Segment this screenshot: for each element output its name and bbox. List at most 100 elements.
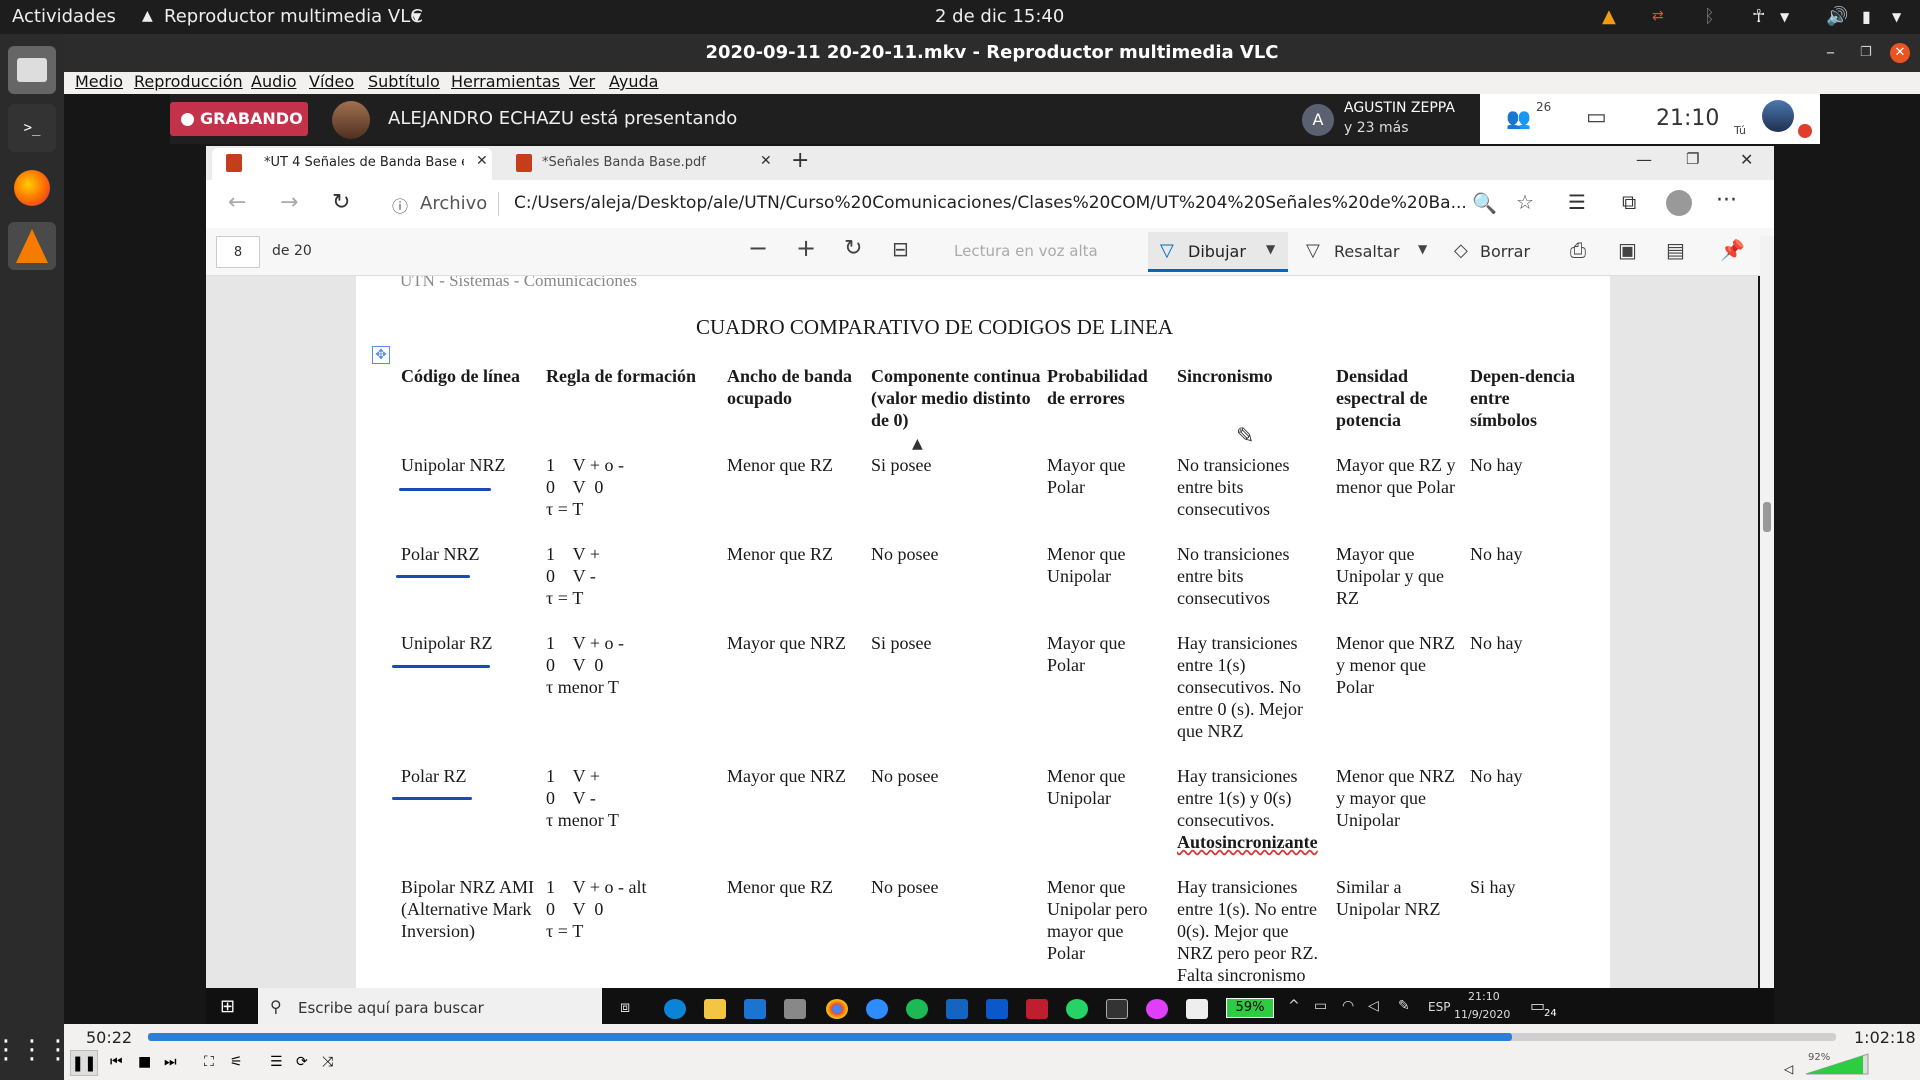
vlc-dock-icon[interactable]	[8, 222, 56, 270]
outlook-icon[interactable]	[744, 999, 766, 1019]
volume-icon[interactable]: ◁	[1784, 1062, 1793, 1076]
app-icon[interactable]	[1146, 999, 1168, 1019]
close-tab-icon[interactable]: ✕	[760, 153, 772, 169]
scrollbar-thumb[interactable]	[1763, 502, 1771, 532]
save-as-icon[interactable]: ▤	[1666, 238, 1685, 262]
erase-button[interactable]: Borrar	[1480, 242, 1530, 261]
menu-reproduccion[interactable]: Reproducción	[134, 72, 243, 91]
page-number-input[interactable]: 8	[216, 236, 260, 268]
zoom-icon[interactable]: 🔍	[1472, 191, 1497, 215]
volume-icon[interactable]: 🔊	[1826, 6, 1848, 27]
star-icon[interactable]: ☆	[1516, 190, 1534, 214]
firefox-icon[interactable]	[8, 164, 56, 212]
close-icon[interactable]: ✕	[1890, 43, 1910, 63]
rotate-icon[interactable]: ↻	[844, 236, 862, 261]
files-icon[interactable]	[8, 46, 56, 94]
menu-ver[interactable]: Ver	[569, 72, 595, 91]
fullscreen-icon[interactable]: ⛶	[204, 1054, 214, 1070]
chevron-down-icon[interactable]: ▼	[1780, 10, 1789, 24]
chevron-down-icon[interactable]: ▼	[1266, 242, 1275, 256]
close-tab-icon[interactable]: ✕	[476, 153, 488, 169]
wifi-icon[interactable]: ◠	[1342, 998, 1354, 1014]
filezilla-icon[interactable]	[1026, 999, 1048, 1019]
chevron-down-icon[interactable]: ▼	[1418, 242, 1427, 256]
vlc-tray-icon[interactable]: ▲	[1602, 6, 1616, 27]
loop-icon[interactable]: ⟳	[296, 1054, 308, 1070]
chrome-icon[interactable]	[826, 999, 848, 1019]
network-icon[interactable]: ⇄	[1652, 8, 1664, 24]
edge-icon[interactable]	[664, 999, 686, 1019]
chevron-down-icon[interactable]: ▼	[1892, 10, 1901, 24]
activities-button[interactable]: Actividades	[12, 6, 116, 27]
restore-icon[interactable]: ❐	[1686, 150, 1699, 168]
battery-icon[interactable]: ▮	[1862, 7, 1871, 26]
zoom-app-icon[interactable]	[866, 999, 888, 1019]
zoom-out-icon[interactable]: −	[748, 234, 768, 262]
pen-icon[interactable]: ✎	[1398, 998, 1410, 1014]
stop-icon[interactable]: ■	[138, 1054, 151, 1070]
zoom-in-icon[interactable]: +	[796, 234, 816, 262]
refresh-icon[interactable]: ↻	[332, 190, 350, 215]
seek-bar[interactable]	[148, 1033, 1836, 1041]
playlist-icon[interactable]: ☰	[270, 1054, 283, 1070]
extended-settings-icon[interactable]: ⚟	[230, 1054, 243, 1070]
speaker-icon[interactable]: ◁	[1368, 998, 1379, 1014]
language-indicator[interactable]: ESP	[1428, 1000, 1450, 1014]
tab-active[interactable]: *UT 4 Señales de Banda Base e I ✕	[212, 148, 492, 180]
chevron-down-icon[interactable]: ▼	[412, 10, 421, 24]
task-view-icon[interactable]: ⧈	[620, 997, 630, 1017]
new-tab-icon[interactable]: +	[791, 148, 809, 173]
terminal-app-icon[interactable]	[1106, 999, 1128, 1019]
show-apps-icon[interactable]: ⋮⋮⋮	[0, 1026, 71, 1074]
accessibility-icon[interactable]: ☥	[1752, 6, 1765, 27]
minimize-icon[interactable]: —	[1636, 150, 1652, 169]
app-icon[interactable]	[1186, 999, 1208, 1019]
taskbar-date[interactable]: 11/9/2020	[1454, 1008, 1510, 1021]
shuffle-icon[interactable]: ⤨	[322, 1054, 333, 1070]
pin-icon[interactable]: 📌	[1720, 238, 1745, 262]
profile-icon[interactable]	[1666, 190, 1692, 216]
fit-page-icon[interactable]: ⊟	[892, 237, 909, 261]
highlight-button[interactable]: Resaltar	[1334, 242, 1399, 261]
minimize-icon[interactable]: –	[1826, 34, 1835, 72]
app-menu[interactable]: Reproductor multimedia VLC	[164, 6, 423, 27]
battery-indicator[interactable]: 59%	[1226, 998, 1274, 1018]
menu-herramientas[interactable]: Herramientas	[451, 72, 560, 91]
mail-icon[interactable]	[986, 999, 1008, 1019]
battery-icon[interactable]: ▭	[1314, 998, 1327, 1014]
my-avatar[interactable]	[1762, 100, 1794, 132]
menu-subtitulo[interactable]: Subtítulo	[368, 72, 440, 91]
printer-icon[interactable]	[784, 999, 806, 1019]
taskbar-time[interactable]: 21:10	[1468, 990, 1500, 1003]
collections-icon[interactable]: ⧉	[1622, 190, 1636, 214]
l-app-icon[interactable]	[946, 999, 968, 1019]
menu-video[interactable]: Vídeo	[309, 72, 354, 91]
taskbar-search[interactable]: ⚲ Escribe aquí para buscar	[258, 988, 602, 1028]
pdf-scrollbar[interactable]	[1760, 236, 1774, 988]
back-icon[interactable]: ←	[228, 190, 246, 215]
read-aloud-button[interactable]: Lectura en voz alta	[954, 242, 1098, 260]
spotify-icon[interactable]	[906, 999, 928, 1019]
menu-ayuda[interactable]: Ayuda	[609, 72, 658, 91]
whatsapp-icon[interactable]	[1066, 999, 1088, 1019]
pause-button[interactable]: ❚❚	[70, 1050, 98, 1076]
clock[interactable]: 2 de dic 15:40	[935, 6, 1064, 27]
notifications-icon[interactable]: ▭	[1530, 996, 1545, 1015]
next-icon[interactable]: ⏭	[164, 1054, 177, 1070]
close-icon[interactable]: ✕	[1740, 150, 1753, 169]
explorer-icon[interactable]	[704, 999, 726, 1019]
windows-start-icon[interactable]: ⊞	[220, 996, 235, 1017]
chevron-up-icon[interactable]: ^	[1288, 998, 1300, 1014]
more-icon[interactable]: ···	[1716, 188, 1737, 213]
restore-icon[interactable]: ❐	[1860, 34, 1872, 72]
save-icon[interactable]: ▣	[1618, 238, 1637, 262]
terminal-icon[interactable]: >_	[8, 104, 56, 152]
print-icon[interactable]: ⎙	[1570, 238, 1586, 262]
participants-icon[interactable]: 👥	[1506, 106, 1531, 130]
favorites-icon[interactable]: ☰	[1568, 190, 1586, 214]
tab-inactive[interactable]: *Señales Banda Base.pdf ✕	[506, 148, 776, 180]
draw-button[interactable]: ▽ Dibujar ▼	[1148, 232, 1288, 272]
menu-medio[interactable]: Medio	[75, 72, 123, 91]
menu-audio[interactable]: Audio	[251, 72, 296, 91]
table-move-icon[interactable]: ✥	[372, 346, 390, 364]
